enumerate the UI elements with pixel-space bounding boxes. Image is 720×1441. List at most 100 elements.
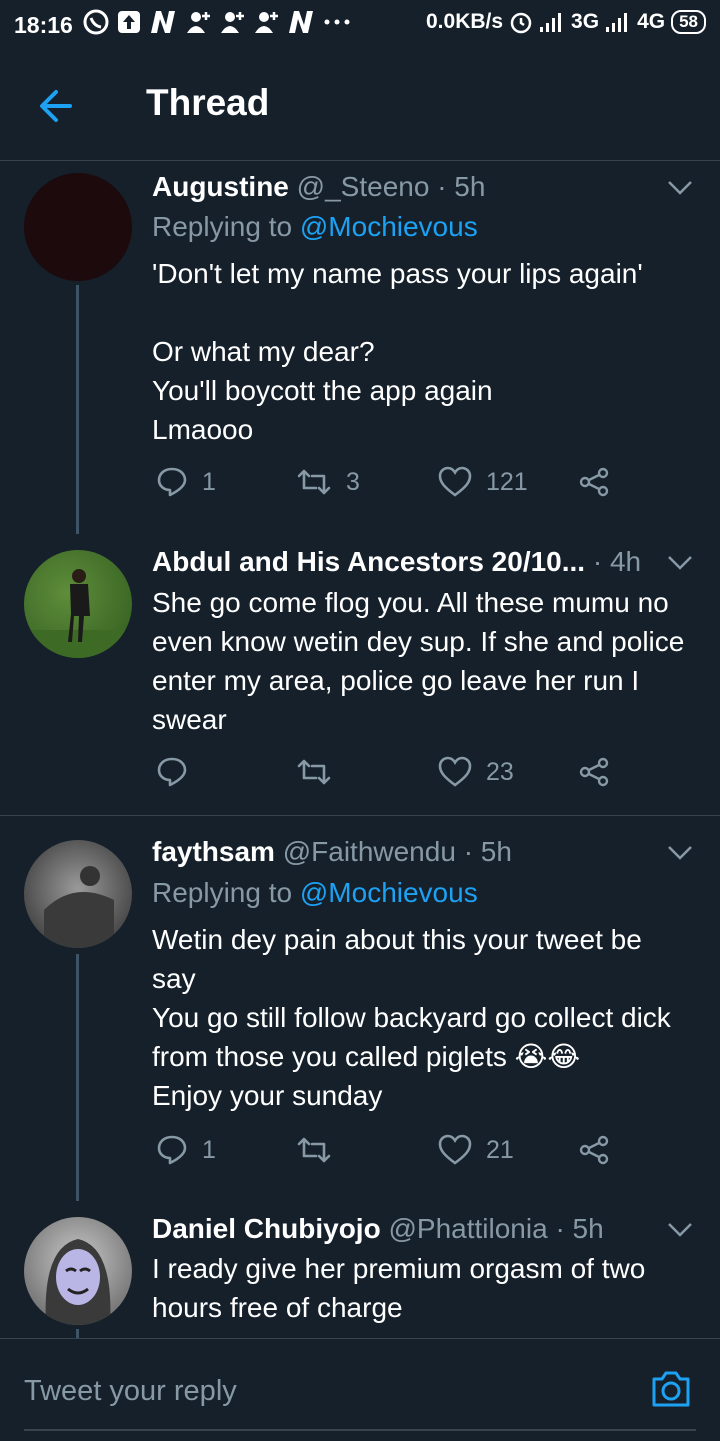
like-button[interactable]: 23	[438, 756, 514, 788]
reply-button[interactable]: 1	[156, 466, 216, 498]
tweet-text: She go come flog you. All these mumu no …	[152, 587, 693, 735]
like-count: 23	[486, 757, 514, 786]
tweet-actions: 1 3 121	[152, 466, 632, 506]
player-image	[24, 569, 132, 658]
arrow-left-icon[interactable]	[36, 86, 76, 126]
user-handle[interactable]: @Phattilonia	[388, 1213, 547, 1244]
avatar[interactable]	[24, 173, 132, 281]
thread-line	[76, 1329, 79, 1338]
network-type-2: 4G	[637, 10, 666, 33]
mask-image	[45, 1239, 111, 1325]
tweet-header: Augustine @_Steeno · 5h	[152, 171, 485, 203]
camera-icon[interactable]	[650, 1369, 692, 1409]
profile-photo	[44, 866, 114, 948]
share-icon	[579, 1135, 609, 1165]
heart-icon	[438, 1134, 472, 1165]
tweet-time: · 5h	[555, 1213, 604, 1244]
heart-icon	[438, 466, 472, 497]
network-speed: 0.0KB/s	[426, 10, 504, 33]
chevron-down-icon[interactable]	[666, 1215, 694, 1243]
n-app-icon	[151, 11, 175, 33]
tweet-header: faythsam @Faithwendu · 5h	[152, 836, 512, 868]
user-handle[interactable]: @Faithwendu	[283, 836, 456, 867]
tweet-actions: 23	[152, 756, 632, 796]
tweet[interactable]: faythsam @Faithwendu · 5h Replying to @M…	[0, 816, 720, 1201]
avatar[interactable]	[24, 550, 132, 658]
tweet-time: · 5h	[437, 171, 486, 202]
add-user-icon	[221, 12, 244, 33]
network-type-1: 3G	[571, 10, 600, 33]
display-name[interactable]: faythsam	[152, 836, 275, 867]
tweet[interactable]: Augustine @_Steeno · 5h Replying to @Moc…	[0, 161, 720, 534]
whatsapp-icon	[83, 9, 109, 35]
share-icon	[579, 757, 609, 787]
retweet-button[interactable]	[296, 1134, 346, 1166]
share-icon	[579, 467, 609, 497]
thread-line	[76, 285, 79, 534]
replying-prefix: Replying to	[152, 877, 293, 908]
display-name[interactable]: Abdul and His Ancestors 20/10...	[152, 546, 585, 577]
status-bar: 18:16 0.0KB/s 3G 4G 58	[0, 0, 720, 52]
add-user-icon	[255, 12, 278, 33]
top-bar: Thread	[0, 52, 720, 161]
replying-prefix: Replying to	[152, 211, 293, 242]
thread-line	[76, 954, 79, 1201]
reply-count: 1	[202, 467, 216, 496]
avatar[interactable]	[24, 1217, 132, 1325]
tweet-header: Daniel Chubiyojo @Phattilonia · 5h	[152, 1213, 604, 1245]
reply-icon	[157, 467, 187, 497]
mention-link[interactable]: @Mochievous	[300, 877, 478, 908]
retweet-button[interactable]: 3	[296, 466, 360, 498]
like-count: 21	[486, 1135, 514, 1164]
upload-icon	[118, 11, 140, 33]
chevron-down-icon[interactable]	[666, 838, 694, 866]
tweet-text: I ready give her premium orgasm of two h…	[152, 1253, 654, 1323]
like-button[interactable]: 21	[438, 1134, 514, 1166]
reply-input[interactable]: Tweet your reply	[24, 1375, 237, 1408]
chevron-down-icon[interactable]	[666, 173, 694, 201]
reply-icon	[157, 757, 187, 787]
more-notifications-icon	[324, 19, 350, 25]
notification-icons	[82, 8, 352, 36]
mention-link[interactable]: @Mochievous	[300, 211, 478, 242]
tweet-text: 'Don't let my name pass your lips again'…	[152, 258, 643, 445]
reply-icon	[157, 1135, 187, 1165]
tweet-time: · 5h	[463, 836, 512, 867]
chevron-down-icon[interactable]	[666, 548, 694, 576]
retweet-button[interactable]	[296, 756, 346, 788]
tweet-text: Wetin dey pain about this your tweet be …	[152, 924, 671, 1111]
page-title: Thread	[146, 82, 270, 123]
reply-button[interactable]	[156, 756, 202, 788]
status-right: 0.0KB/s 3G 4G 58	[426, 10, 706, 34]
tweet[interactable]: Daniel Chubiyojo @Phattilonia · 5h I rea…	[0, 1201, 720, 1338]
like-button[interactable]: 121	[438, 466, 528, 498]
signal-icon	[540, 13, 562, 32]
user-handle[interactable]: @_Steeno	[297, 171, 430, 202]
tweet-actions: 1 21	[152, 1134, 632, 1174]
input-underline	[24, 1429, 696, 1431]
replying-to: Replying to @Mochievous	[152, 877, 478, 909]
display-name[interactable]: Augustine	[152, 171, 289, 202]
share-button[interactable]	[578, 466, 610, 498]
status-time: 18:16	[14, 12, 73, 38]
retweet-icon	[297, 469, 331, 495]
signal-icon	[606, 13, 628, 32]
n-app-icon	[289, 11, 313, 33]
share-button[interactable]	[578, 756, 610, 788]
tweet-header: Abdul and His Ancestors 20/10... · 4h	[152, 546, 641, 578]
share-button[interactable]	[578, 1134, 610, 1166]
reply-composer: Tweet your reply	[0, 1338, 720, 1441]
heart-icon	[438, 756, 472, 787]
reply-count: 1	[202, 1135, 216, 1164]
display-name[interactable]: Daniel Chubiyojo	[152, 1213, 381, 1244]
tweet-time: · 4h	[592, 546, 642, 577]
avatar[interactable]	[24, 840, 132, 948]
retweet-count: 3	[346, 467, 360, 496]
retweet-icon	[297, 1137, 331, 1163]
tweet[interactable]: Abdul and His Ancestors 20/10... · 4h Sh…	[0, 534, 720, 816]
retweet-icon	[297, 759, 331, 785]
battery-icon: 58	[671, 10, 706, 34]
alarm-icon	[510, 12, 532, 34]
reply-button[interactable]: 1	[156, 1134, 216, 1166]
replying-to: Replying to @Mochievous	[152, 211, 478, 243]
